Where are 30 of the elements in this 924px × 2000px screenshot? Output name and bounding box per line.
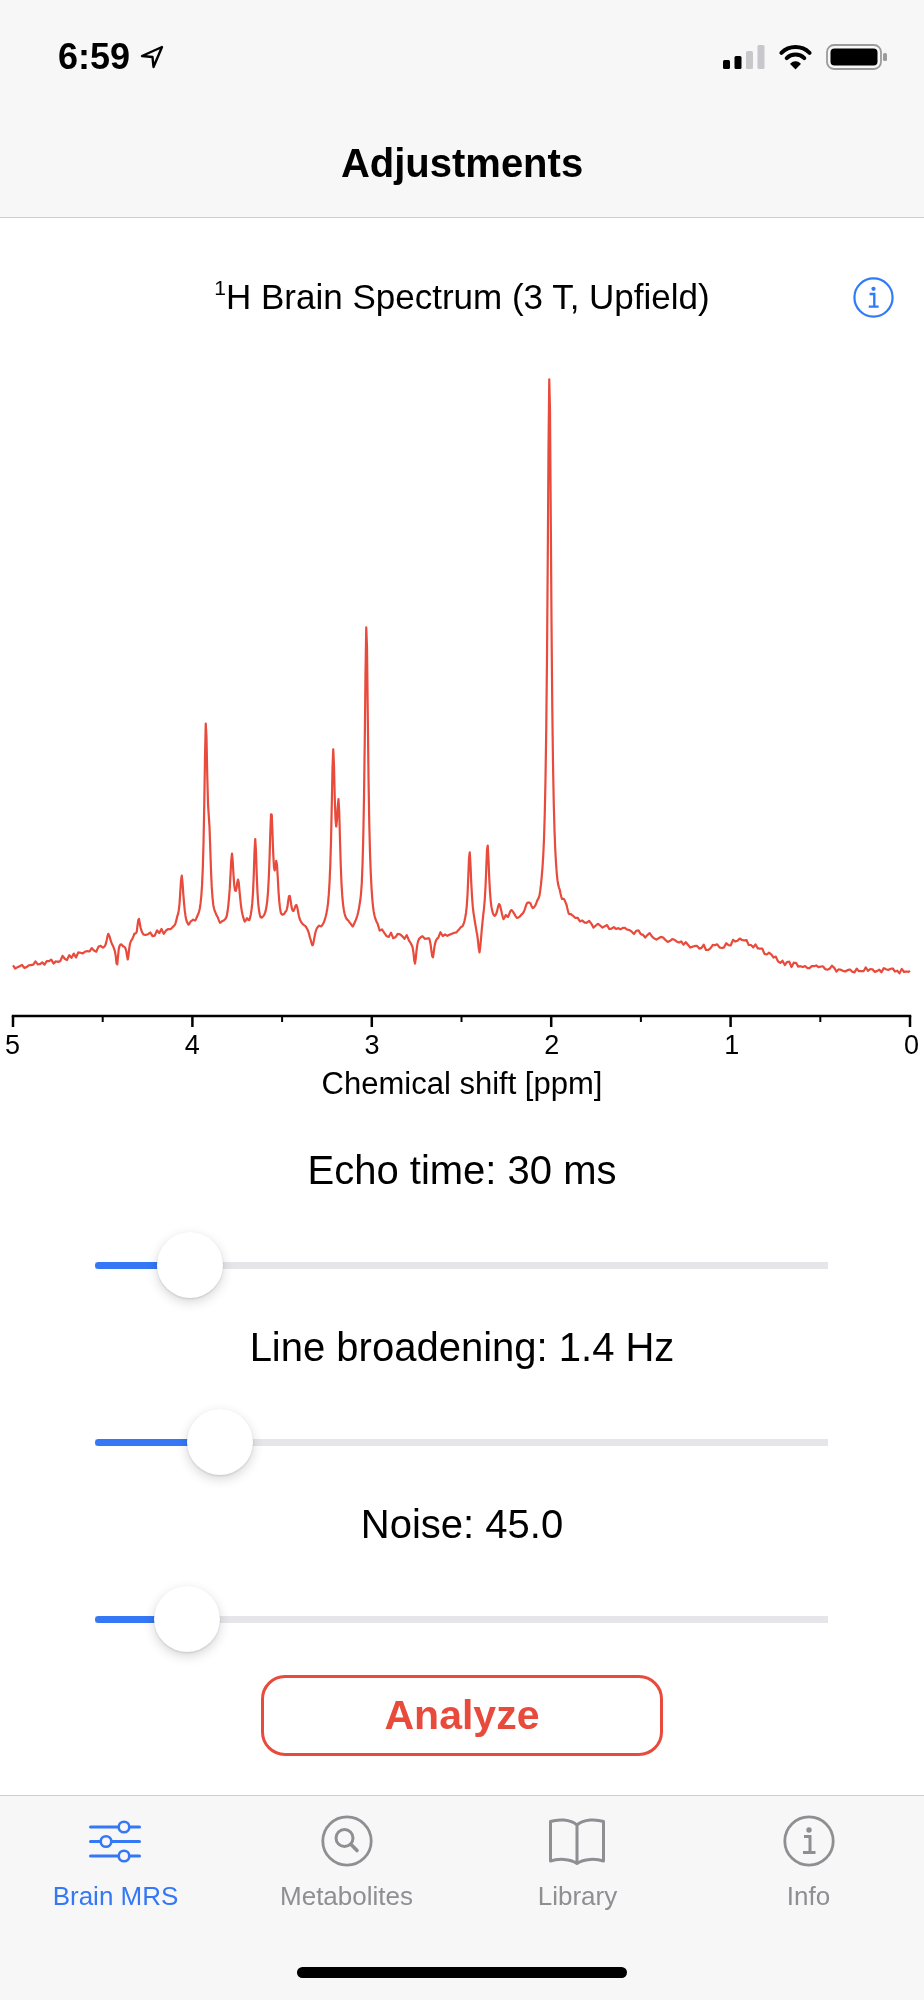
slider-label: Line broadening: 1.4 Hz (249, 1327, 675, 1367)
sliders-icon (89, 1819, 142, 1863)
clock-time: 6:59 (58, 36, 131, 77)
axis-tick-label: 0 (903, 1030, 919, 1060)
battery-icon (826, 43, 888, 70)
slider-thumb[interactable] (157, 1232, 224, 1298)
axis-tick-label: 4 (184, 1030, 200, 1060)
screen-title: Adjustments (340, 141, 584, 187)
slider-thumb[interactable] (186, 1409, 253, 1475)
tab[interactable]: Brain MRS (48, 1815, 183, 1911)
axis-tick-label: 3 (364, 1030, 380, 1060)
tab[interactable]: Info (778, 1815, 839, 1911)
search-icon (320, 1815, 373, 1867)
location-arrow-icon (139, 43, 166, 70)
info-icon[interactable] (853, 276, 894, 318)
book-icon (548, 1816, 607, 1866)
slider-label: Echo time: 30 ms (307, 1150, 617, 1190)
info-icon (782, 1815, 835, 1867)
axis-tick-label: 1 (724, 1030, 740, 1060)
analyze-button[interactable]: Analyze (261, 1675, 663, 1756)
signal-icon (723, 44, 765, 69)
chart-title: $^{1}$H Brain Spectrum (3 T, Upfield) (214, 275, 710, 318)
tab[interactable]: Metabolites (276, 1815, 417, 1911)
wifi-icon (777, 43, 814, 70)
axis-title: Chemical shift [ppm] (321, 1069, 603, 1099)
slider-label: Noise: 45.0 (360, 1504, 564, 1544)
axis-tick-label: 2 (544, 1030, 560, 1060)
tab[interactable]: Library (533, 1815, 622, 1911)
slider-thumb[interactable] (153, 1586, 220, 1652)
axis-tick-label: 5 (5, 1030, 21, 1060)
